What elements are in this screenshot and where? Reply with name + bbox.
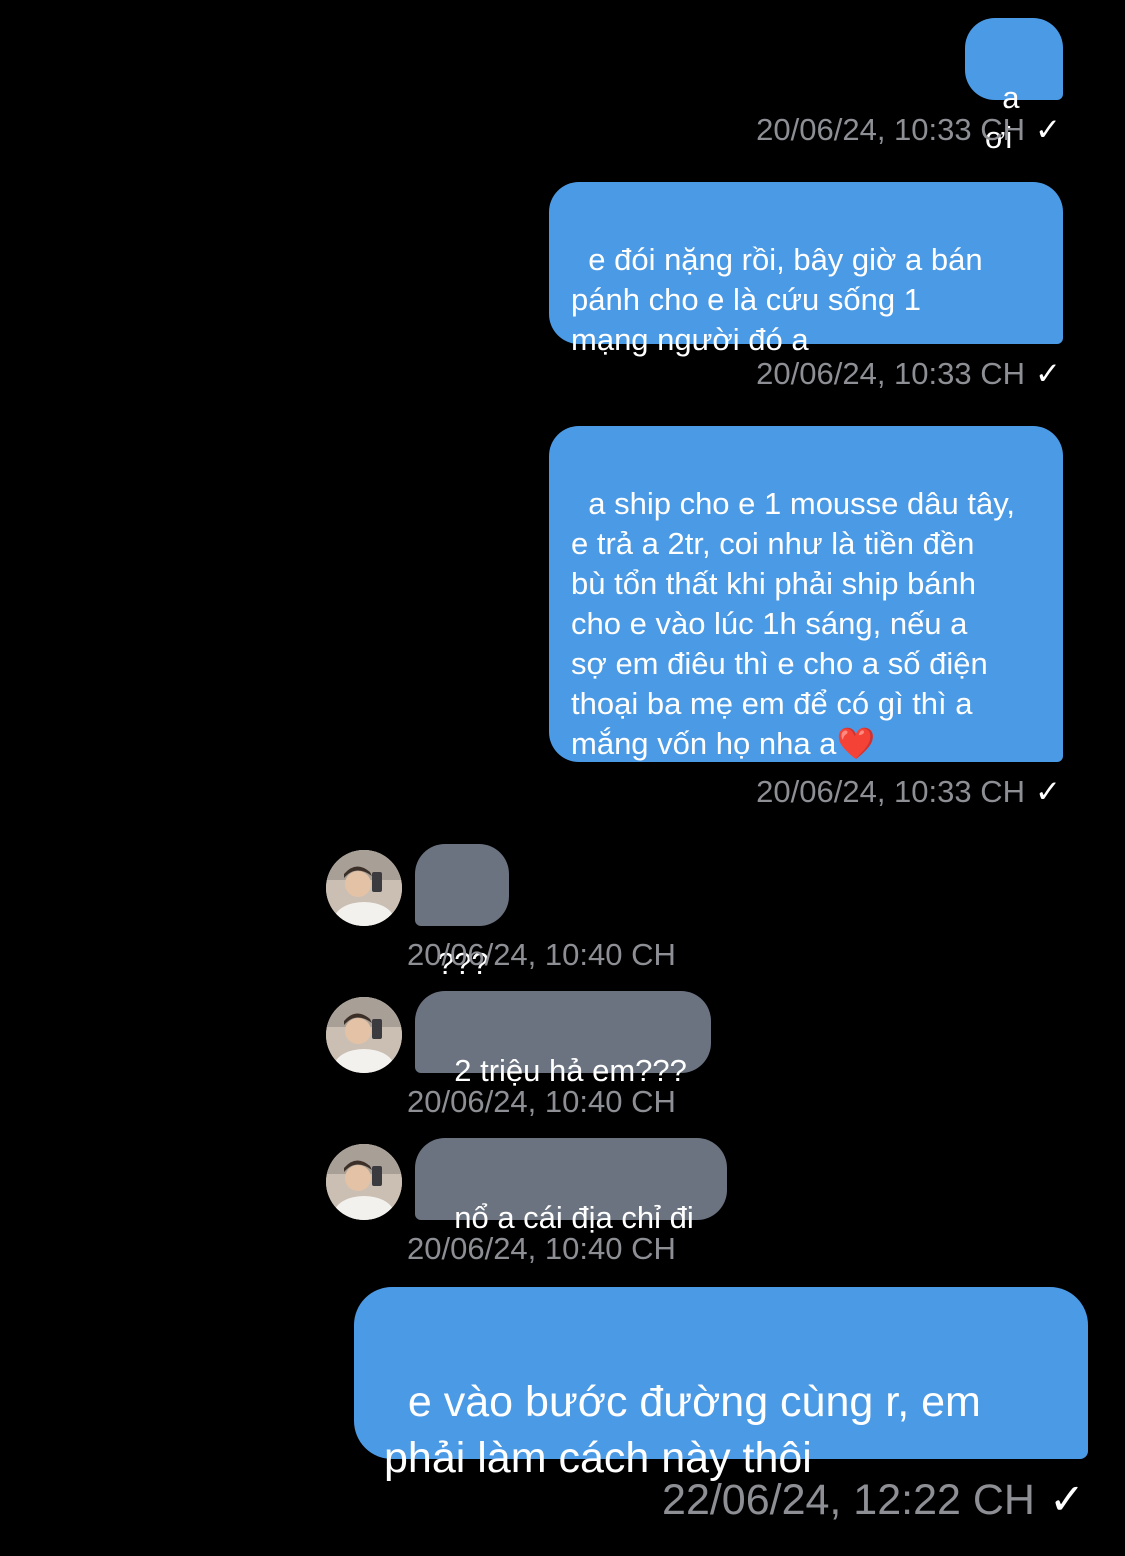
outgoing-message-3[interactable]: a ship cho e 1 mousse dâu tây, e trả a 2… xyxy=(549,426,1063,762)
message-timestamp: 20/06/24, 10:40 CH xyxy=(407,1084,676,1119)
message-text: 2 triệu hả em??? xyxy=(454,1053,687,1088)
incoming-message-3[interactable]: nổ a cái địa chỉ đi xyxy=(415,1138,727,1235)
checkmark-icon: ✓ xyxy=(1035,112,1061,147)
message-timestamp: 20/06/24, 10:33 CH ✓ xyxy=(756,112,1061,147)
heart-emoji-icon: ❤️ xyxy=(836,726,876,761)
incoming-message-1[interactable]: ??? xyxy=(415,844,509,981)
message-timestamp: 20/06/24, 10:40 CH xyxy=(407,937,676,972)
incoming-message-2[interactable]: 2 triệu hả em??? xyxy=(415,991,711,1088)
checkmark-icon: ✓ xyxy=(1035,356,1061,391)
message-text: e đói nặng rồi, bây giờ a bán pánh cho e… xyxy=(571,242,983,357)
message-timestamp: 20/06/24, 10:33 CH ✓ xyxy=(756,774,1061,809)
avatar-photo-icon xyxy=(326,1144,402,1220)
outgoing-message-2[interactable]: e đói nặng rồi, bây giờ a bán pánh cho e… xyxy=(549,182,1063,357)
outgoing-message-1[interactable]: a ơi xyxy=(965,18,1063,155)
avatar-photo-icon xyxy=(326,850,402,926)
contact-avatar[interactable] xyxy=(326,850,402,926)
checkmark-icon: ✓ xyxy=(1048,1476,1085,1524)
checkmark-icon: ✓ xyxy=(1035,774,1061,809)
contact-avatar[interactable] xyxy=(326,1144,402,1220)
message-timestamp: 20/06/24, 10:33 CH ✓ xyxy=(756,356,1061,391)
message-timestamp: 22/06/24, 12:22 CH ✓ xyxy=(662,1476,1085,1524)
avatar-photo-icon xyxy=(326,997,402,1073)
outgoing-message-4[interactable]: e vào bước đường cùng r, em phải làm các… xyxy=(354,1287,1088,1482)
contact-avatar[interactable] xyxy=(326,997,402,1073)
message-timestamp: 20/06/24, 10:40 CH xyxy=(407,1231,676,1266)
message-text: a ship cho e 1 mousse dâu tây, e trả a 2… xyxy=(571,486,1016,761)
message-text: nổ a cái địa chỉ đi xyxy=(454,1200,694,1235)
message-text: e vào bước đường cùng r, em phải làm các… xyxy=(384,1378,981,1482)
